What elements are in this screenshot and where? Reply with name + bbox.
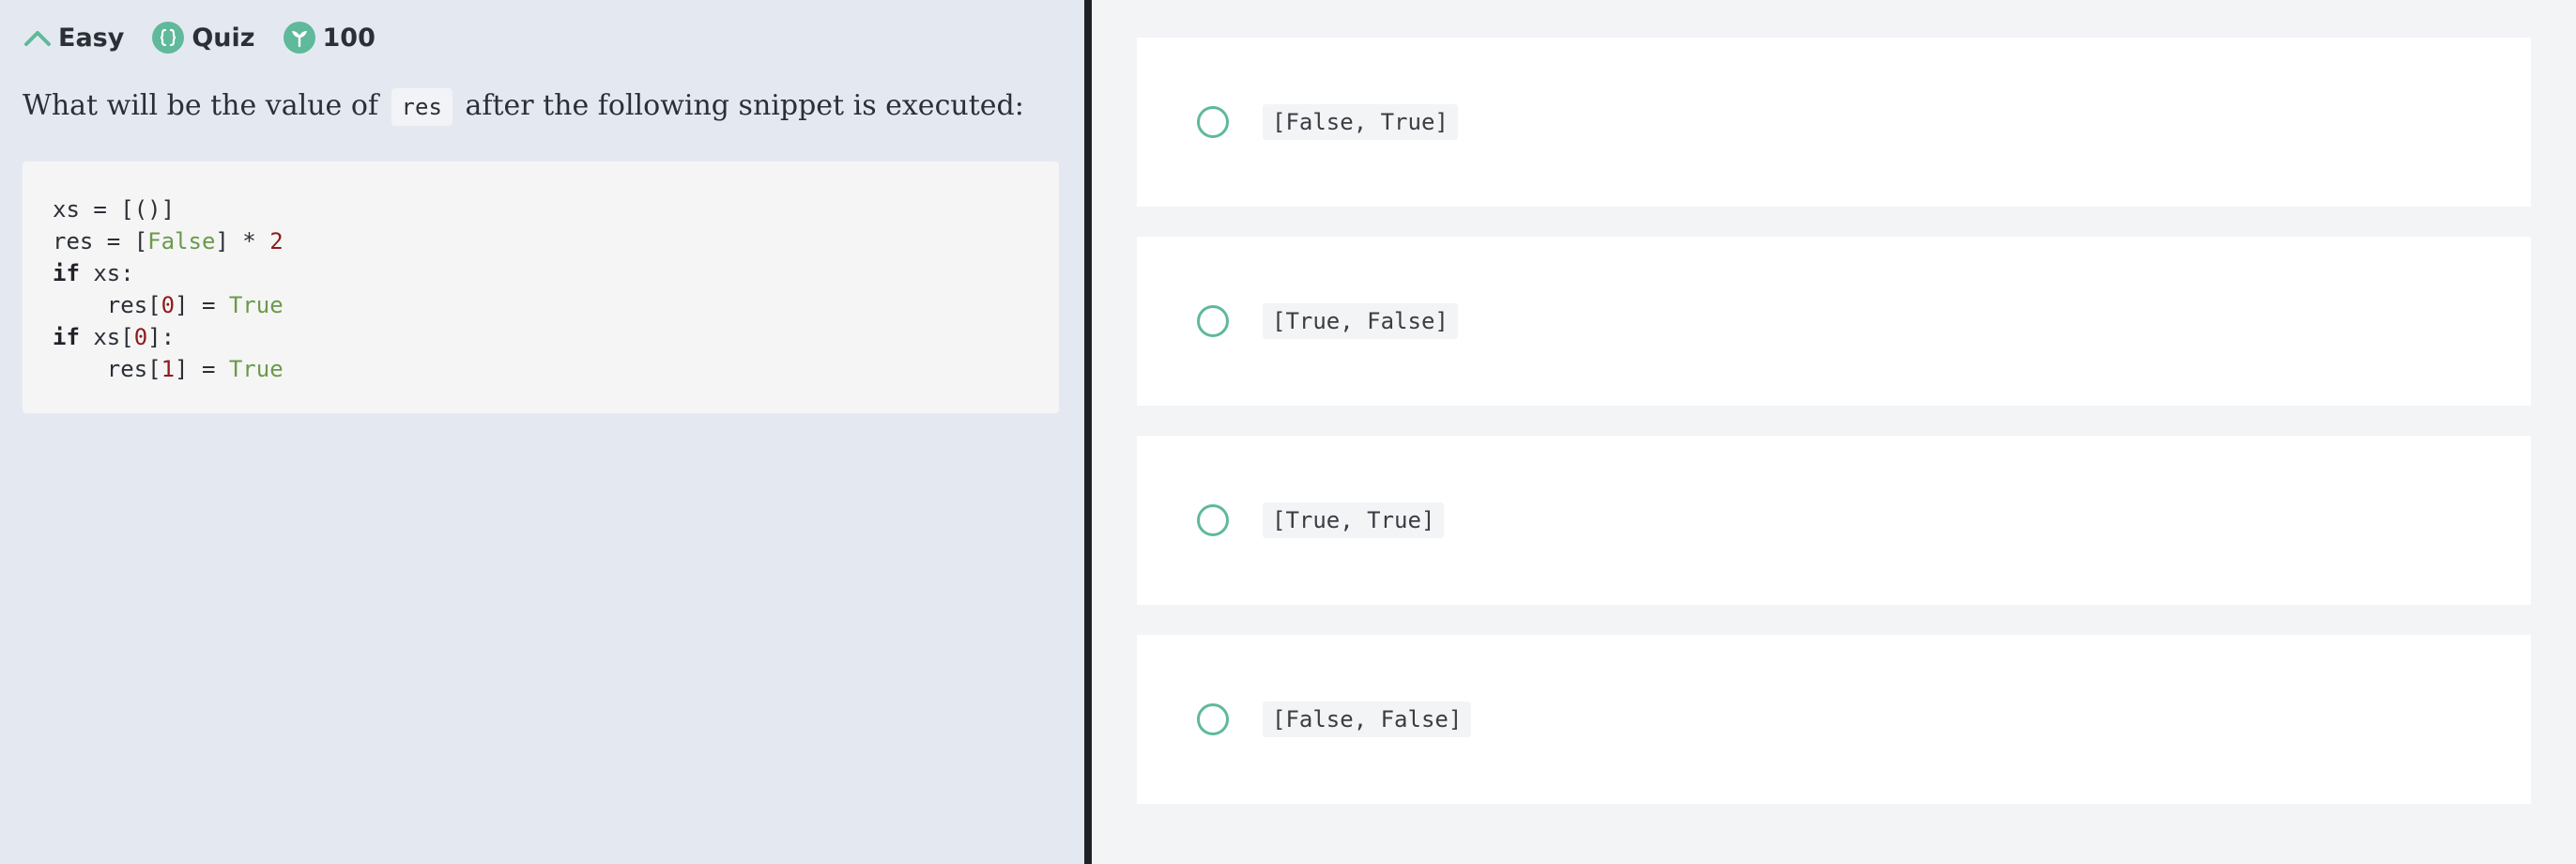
- difficulty-badge: Easy: [23, 22, 124, 54]
- chevron-up-icon: [23, 22, 53, 54]
- answer-option[interactable]: [False, False]: [1137, 635, 2531, 804]
- radio-button[interactable]: [1197, 305, 1229, 337]
- sprout-icon: [283, 22, 315, 54]
- option-label: [True, True]: [1263, 502, 1445, 538]
- option-label: [False, True]: [1263, 104, 1458, 140]
- panel-divider[interactable]: [1084, 0, 1092, 864]
- braces-icon: [152, 22, 185, 54]
- code-line: if xs:: [53, 260, 134, 286]
- option-label: [False, False]: [1263, 702, 1472, 737]
- answer-option[interactable]: [True, True]: [1137, 436, 2531, 605]
- radio-button[interactable]: [1197, 106, 1229, 138]
- code-line: res = [False] * 2: [53, 228, 284, 255]
- question-suffix: after the following snippet is executed:: [465, 89, 1024, 122]
- code-line: xs = [()]: [53, 196, 176, 223]
- radio-button[interactable]: [1197, 703, 1229, 735]
- option-label: [True, False]: [1263, 303, 1458, 339]
- difficulty-label: Easy: [58, 23, 125, 53]
- type-badge: Quiz: [152, 22, 255, 54]
- code-line: res[1] = True: [53, 356, 284, 382]
- answer-option[interactable]: [True, False]: [1137, 237, 2531, 406]
- points-label: 100: [322, 23, 376, 53]
- code-snippet: xs = [()] res = [False] * 2 if xs: res[0…: [23, 162, 1059, 413]
- points-badge: 100: [283, 22, 376, 54]
- question-text: What will be the value of res after the …: [23, 83, 1024, 131]
- question-prefix: What will be the value of: [23, 89, 378, 122]
- radio-button[interactable]: [1197, 504, 1229, 536]
- code-line: if xs[0]:: [53, 324, 176, 350]
- question-meta: Easy Quiz 100: [23, 19, 404, 56]
- code-line: res[0] = True: [53, 292, 284, 318]
- question-panel: Easy Quiz 100 What will be the value of …: [0, 0, 1084, 864]
- inline-code-ref: res: [391, 88, 452, 126]
- type-label: Quiz: [192, 23, 255, 53]
- answer-option[interactable]: [False, True]: [1137, 38, 2531, 207]
- answer-panel: [False, True] [True, False] [True, True]…: [1092, 0, 2576, 864]
